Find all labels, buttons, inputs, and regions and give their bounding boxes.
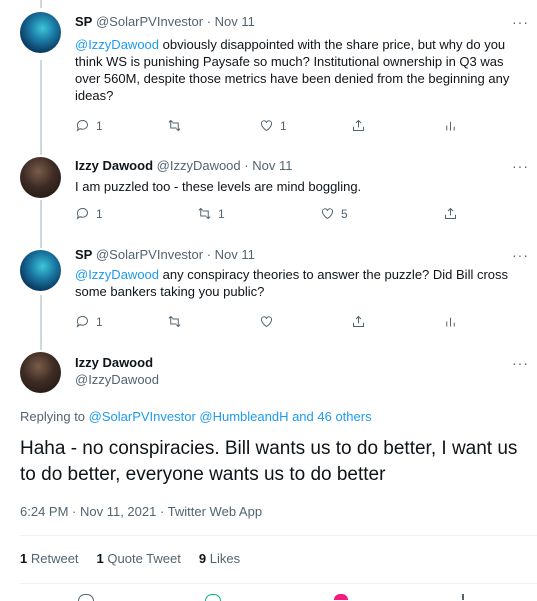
- author-name[interactable]: Izzy Dawood: [75, 355, 159, 370]
- retweets-link[interactable]: 1 Retweet: [20, 551, 79, 566]
- avatar[interactable]: [20, 250, 61, 291]
- reply-button[interactable]: 1: [75, 118, 103, 133]
- tweet-actions: 1 1: [75, 118, 535, 136]
- like-icon: [259, 118, 274, 133]
- tweet-header: SP @SolarPVInvestor · Nov 11: [75, 14, 255, 29]
- replying-to-links[interactable]: @SolarPVInvestor @HumbleandH and 46 othe…: [89, 409, 372, 424]
- like-button[interactable]: 5: [320, 206, 348, 221]
- author-handle[interactable]: @SolarPVInvestor: [96, 247, 203, 262]
- reply-count: 1: [96, 118, 103, 133]
- more-icon[interactable]: ···: [512, 158, 529, 174]
- like-count: 1: [280, 118, 287, 133]
- analytics-button[interactable]: [443, 314, 458, 329]
- main-action-bar: [0, 590, 537, 601]
- like-icon: [320, 206, 335, 221]
- replying-to: Replying to @SolarPVInvestor @HumbleandH…: [20, 409, 372, 424]
- divider: [20, 583, 537, 584]
- replying-prefix: Replying to: [20, 409, 89, 424]
- reply-button[interactable]: 1: [75, 314, 103, 329]
- tweet-time[interactable]: Nov 11: [215, 14, 255, 29]
- author-name[interactable]: Izzy Dawood: [75, 158, 153, 173]
- avatar[interactable]: [20, 352, 61, 393]
- reply-icon: [75, 314, 90, 329]
- separator: ·: [203, 14, 215, 29]
- retweet-icon: [167, 314, 182, 329]
- mention-link[interactable]: @IzzyDawood: [75, 267, 159, 282]
- more-icon[interactable]: ···: [512, 14, 529, 30]
- likes-label: Likes: [206, 551, 241, 566]
- retweet-icon: [167, 118, 182, 133]
- tweet-text: I am puzzled too - these levels are mind…: [75, 179, 362, 194]
- like-icon[interactable]: [334, 594, 348, 600]
- tweet-header: Izzy Dawood @IzzyDawood: [75, 355, 159, 387]
- tweet-timestamp[interactable]: 6:24 PM · Nov 11, 2021 · Twitter Web App: [20, 504, 262, 519]
- retweet-icon: [197, 206, 212, 221]
- share-icon: [351, 314, 366, 329]
- like-button[interactable]: [259, 314, 280, 329]
- quotes-number: 1: [96, 551, 104, 566]
- retweet-button[interactable]: 1: [197, 206, 225, 221]
- thread-line: [40, 60, 42, 146]
- divider: [20, 535, 537, 536]
- author-handle[interactable]: @SolarPVInvestor: [96, 14, 203, 29]
- avatar[interactable]: [20, 157, 61, 198]
- share-button[interactable]: [351, 118, 366, 133]
- author-name[interactable]: SP: [75, 14, 92, 29]
- like-icon: [259, 314, 274, 329]
- separator: ·: [240, 158, 253, 173]
- tweet-time[interactable]: Nov 11: [252, 158, 292, 173]
- share-icon[interactable]: [462, 594, 464, 600]
- tweet-time[interactable]: Nov 11: [215, 247, 255, 262]
- author-name[interactable]: SP: [75, 247, 92, 262]
- more-icon[interactable]: ···: [512, 355, 529, 371]
- thread-line: [40, 295, 42, 341]
- share-button[interactable]: [351, 314, 366, 329]
- reply-count: 1: [96, 206, 103, 221]
- tweet-text: @IzzyDawood obviously disappointed with …: [75, 36, 530, 104]
- thread-line: [40, 240, 42, 248]
- analytics-icon: [443, 118, 458, 133]
- tweet-header: SP @SolarPVInvestor · Nov 11: [75, 247, 255, 262]
- analytics-button[interactable]: [443, 118, 458, 133]
- tweet-header: Izzy Dawood @IzzyDawood · Nov 11: [75, 158, 292, 173]
- separator: ·: [203, 247, 215, 262]
- retweet-button[interactable]: [167, 314, 188, 329]
- share-button[interactable]: [443, 206, 458, 221]
- tweet-text: @IzzyDawood any conspiracy theories to a…: [75, 266, 530, 300]
- tweet-actions: 1: [75, 314, 535, 332]
- thread-line: [40, 200, 42, 241]
- reply-tweet[interactable]: Izzy Dawood @IzzyDawood · Nov 11 ··· I a…: [0, 145, 537, 241]
- avatar[interactable]: [20, 12, 61, 53]
- like-count: 5: [341, 206, 348, 221]
- engagement-stats: 1 Retweet 1 Quote Tweet 9 Likes: [20, 551, 240, 566]
- share-icon: [443, 206, 458, 221]
- reply-tweet[interactable]: SP @SolarPVInvestor · Nov 11 ··· @IzzyDa…: [0, 240, 537, 341]
- analytics-icon: [443, 314, 458, 329]
- like-button[interactable]: 1: [259, 118, 287, 133]
- main-tweet-text: Haha - no conspiracies. Bill wants us to…: [20, 438, 518, 485]
- quote-tweets-link[interactable]: 1 Quote Tweet: [97, 551, 181, 566]
- retweet-count: 1: [218, 206, 225, 221]
- retweet-button[interactable]: [167, 118, 188, 133]
- reply-button[interactable]: 1: [75, 206, 103, 221]
- more-icon[interactable]: ···: [512, 247, 529, 263]
- reply-tweet[interactable]: SP @SolarPVInvestor · Nov 11 ··· @IzzyDa…: [0, 0, 537, 146]
- share-icon: [351, 118, 366, 133]
- quotes-label: Quote Tweet: [103, 551, 181, 566]
- retweets-label: Retweet: [27, 551, 79, 566]
- likes-link[interactable]: 9 Likes: [199, 551, 240, 566]
- thread-line: [40, 340, 42, 350]
- tweet-actions: 1 1 5: [75, 206, 535, 224]
- reply-icon: [75, 206, 90, 221]
- author-handle[interactable]: @IzzyDawood: [75, 372, 159, 387]
- reply-icon: [75, 118, 90, 133]
- thread-line: [40, 145, 42, 155]
- author-handle[interactable]: @IzzyDawood: [157, 158, 241, 173]
- mention-link[interactable]: @IzzyDawood: [75, 37, 159, 52]
- reply-count: 1: [96, 314, 103, 329]
